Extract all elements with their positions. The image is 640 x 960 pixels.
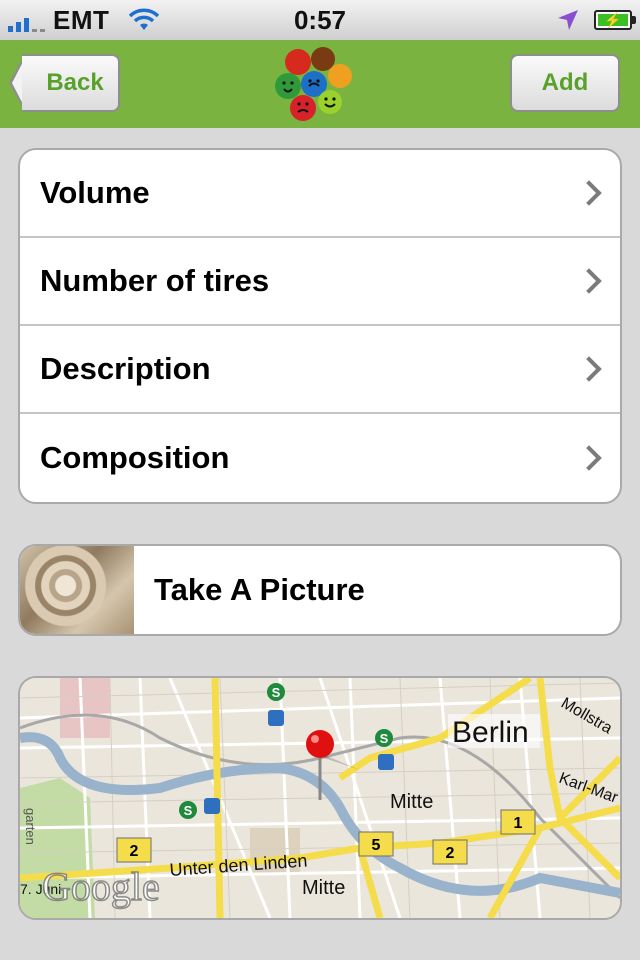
route-badge: 2 [130,843,139,860]
row-composition[interactable]: Composition [20,414,620,502]
chevron-right-icon [576,268,602,294]
route-badge: 5 [372,837,381,854]
google-logo: Google [42,864,160,909]
back-button-label: Back [46,69,104,96]
route-badge: 1 [514,815,523,832]
location-map[interactable]: 2 5 2 1 S S S Berlin Mitte Mitte Unter d… [18,676,622,920]
row-volume[interactable]: Volume [20,150,620,238]
take-picture-cell[interactable]: Take A Picture [18,544,622,636]
chevron-right-icon [576,180,602,206]
svg-text:S: S [380,731,389,746]
row-label: Volume [40,175,150,210]
photo-thumbnail [20,546,134,634]
svg-text:S: S [184,803,193,818]
attributes-table: Volume Number of tires Description Compo… [18,148,622,504]
battery-charging-icon: ⚡ [594,10,636,30]
row-description[interactable]: Description [20,326,620,414]
row-label: Composition [40,440,230,475]
chevron-right-icon [576,445,602,471]
clock: 0:57 [293,5,347,35]
row-number-of-tires[interactable]: Number of tires [20,238,620,326]
map-label-city: Berlin [452,716,529,749]
add-button-label: Add [541,69,589,96]
map-label-district: Mitte [390,791,433,813]
map-label-district: Mitte [302,877,345,899]
chevron-right-icon [576,356,602,382]
route-badge: 2 [446,845,455,862]
app-logo-icon [275,47,352,121]
add-button[interactable]: Add [510,54,620,112]
status-bar: EMT 0:57 ⚡ [0,0,640,41]
location-arrow-icon [558,10,578,30]
take-picture-label: Take A Picture [154,572,365,607]
svg-text:S: S [272,685,281,700]
row-label: Number of tires [40,263,270,298]
row-label: Description [40,351,211,386]
map-label-street: garten [23,808,38,845]
back-button[interactable]: Back [22,54,120,112]
